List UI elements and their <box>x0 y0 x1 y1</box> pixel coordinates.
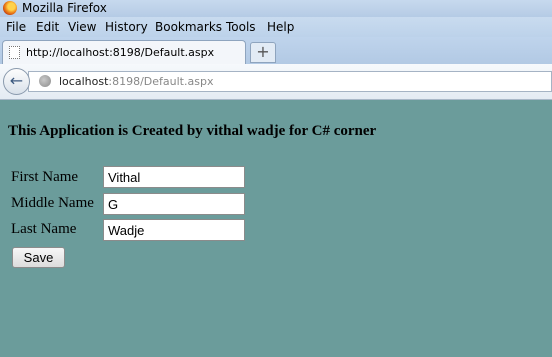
first-name-input[interactable] <box>103 166 245 188</box>
last-name-label: Last Name <box>11 221 77 237</box>
tab-default-aspx[interactable]: http://localhost:8198/Default.aspx <box>2 40 246 64</box>
menu-bookmarks[interactable]: Bookmarks <box>155 20 222 34</box>
new-tab-button[interactable]: + <box>250 42 276 63</box>
back-button[interactable]: ← <box>3 68 30 95</box>
tab-strip: http://localhost:8198/Default.aspx + <box>0 37 552 64</box>
title-bar: Mozilla Firefox <box>0 0 552 17</box>
window-title: Mozilla Firefox <box>22 1 107 15</box>
menu-help[interactable]: Help <box>267 20 294 34</box>
url-host: localhost <box>59 75 109 88</box>
url-path: :8198/Default.aspx <box>108 75 214 88</box>
last-name-input[interactable] <box>103 219 245 241</box>
page-content: This Application is Created by vithal wa… <box>0 100 552 357</box>
page-icon <box>9 46 20 59</box>
url-text: localhost:8198/Default.aspx <box>59 75 213 88</box>
firefox-logo-icon <box>3 1 17 15</box>
url-bar[interactable]: localhost:8198/Default.aspx <box>28 71 552 92</box>
browser-window: Mozilla Firefox File Edit View History B… <box>0 0 552 357</box>
page-heading: This Application is Created by vithal wa… <box>8 123 377 139</box>
middle-name-label: Middle Name <box>11 195 94 211</box>
navigation-bar: localhost:8198/Default.aspx ← <box>0 64 552 100</box>
menu-history[interactable]: History <box>105 20 148 34</box>
menu-edit[interactable]: Edit <box>36 20 59 34</box>
globe-icon <box>39 75 51 87</box>
tab-label: http://localhost:8198/Default.aspx <box>26 46 215 59</box>
menu-file[interactable]: File <box>6 20 26 34</box>
menu-tools[interactable]: Tools <box>226 20 256 34</box>
menu-view[interactable]: View <box>68 20 96 34</box>
first-name-label: First Name <box>11 169 79 185</box>
save-button[interactable]: Save <box>12 247 65 268</box>
middle-name-input[interactable] <box>103 193 245 215</box>
menu-bar: File Edit View History Bookmarks Tools H… <box>0 17 552 37</box>
